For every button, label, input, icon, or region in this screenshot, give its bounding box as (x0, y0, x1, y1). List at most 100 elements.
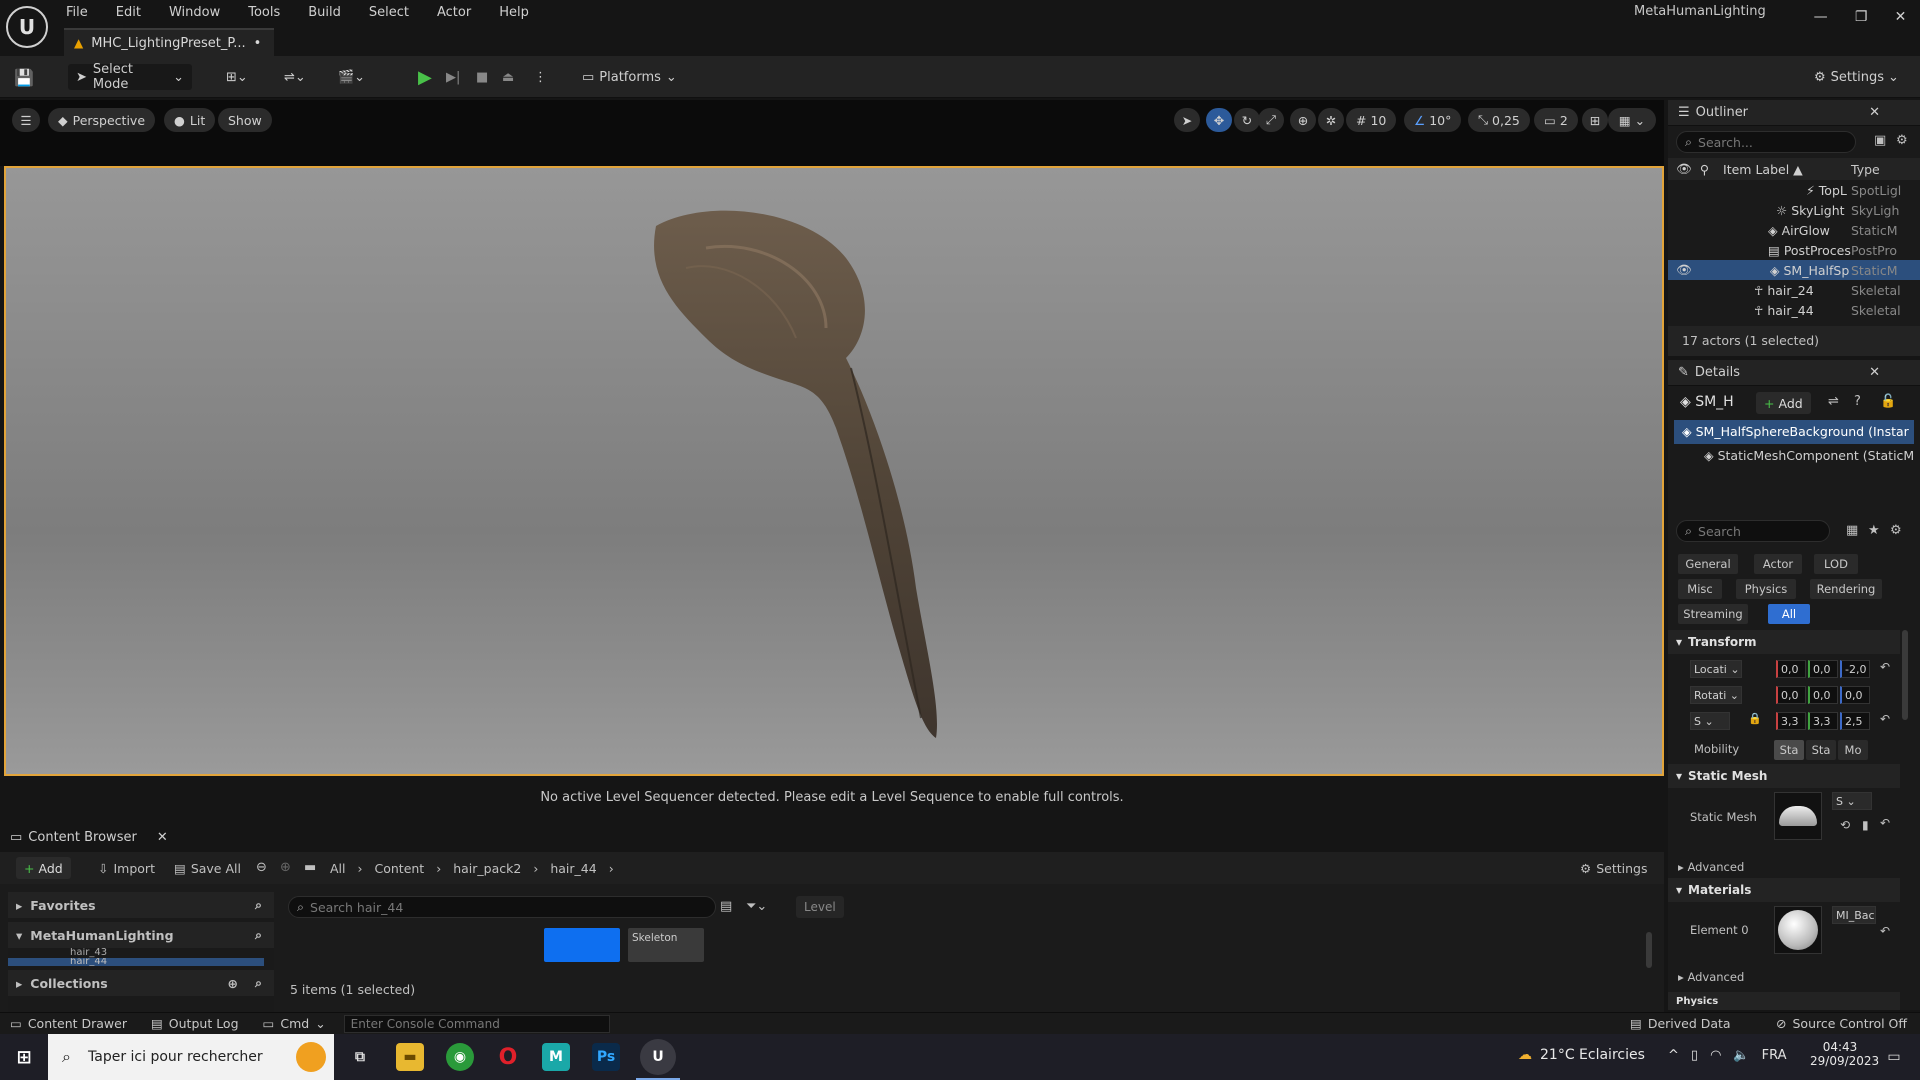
folder-item-selected[interactable]: hair_44 (8, 958, 264, 966)
static-mesh-section[interactable]: ▾ Static Mesh (1668, 764, 1900, 788)
add-button[interactable]: + Add (16, 857, 71, 879)
lock-icon[interactable]: 🔓 (1880, 394, 1896, 409)
filter-actor[interactable]: Actor (1754, 554, 1802, 574)
close-icon[interactable]: ✕ (1869, 365, 1880, 380)
layout-icon[interactable]: ▦ ⌄ (1608, 108, 1656, 132)
filter-misc[interactable]: Misc (1678, 579, 1722, 599)
menu-actor[interactable]: Actor (437, 5, 471, 20)
platforms-dropdown[interactable]: ▭ Platforms ⌄ (582, 64, 677, 90)
reset-icon[interactable]: ↶ (1880, 712, 1890, 726)
rotate-tool-icon[interactable]: ↻ (1234, 108, 1260, 132)
unreal-taskbar-icon[interactable]: U (640, 1039, 676, 1075)
table-view-icon[interactable]: ▦ (1846, 523, 1858, 538)
scale-dropdown[interactable]: S ⌄ (1690, 712, 1730, 730)
network-icon[interactable]: ◠ (1710, 1048, 1721, 1063)
lit-button[interactable]: ● Lit (164, 108, 216, 132)
content-browser-tab[interactable]: ▭ Content Browser ✕ (0, 822, 1664, 852)
mobility-static[interactable]: Sta (1774, 740, 1804, 760)
output-log-button[interactable]: ▤ Output Log (151, 1016, 239, 1031)
mobility-movable[interactable]: Mo (1838, 740, 1868, 760)
file-explorer-icon[interactable]: ▬ (396, 1043, 424, 1071)
reset-icon[interactable]: ↶ (1880, 816, 1890, 830)
derived-data-button[interactable]: ▤ Derived Data (1630, 1016, 1731, 1031)
filter-streaming[interactable]: Streaming (1678, 604, 1748, 624)
use-selected-icon[interactable]: ▮ (1862, 818, 1869, 832)
search-icon[interactable]: ⌕ (255, 975, 262, 991)
minimize-icon[interactable]: — (1814, 9, 1828, 25)
blueprint-icon[interactable]: ⇌ (1828, 394, 1839, 409)
add-actor-icon[interactable]: ⊞⌄ (226, 64, 248, 90)
save-all-button[interactable]: ▤ Save All (174, 861, 241, 876)
blueprint-icon[interactable]: ⇌⌄ (284, 64, 306, 90)
material-thumbnail[interactable] (1774, 906, 1822, 954)
close-icon[interactable]: ✕ (1869, 105, 1880, 120)
component-root[interactable]: ◈ SM_HalfSphereBackground (Instar (1674, 420, 1914, 444)
filter-lod[interactable]: LOD (1814, 554, 1858, 574)
chrome-icon[interactable]: ◉ (446, 1043, 474, 1071)
details-scrollbar[interactable] (1902, 630, 1908, 720)
location-x[interactable]: 0,0 (1776, 660, 1806, 678)
maya-icon[interactable]: M (542, 1043, 570, 1071)
move-tool-icon[interactable]: ✥ (1206, 108, 1232, 132)
save-search-icon[interactable]: ▤ (720, 899, 732, 914)
select-tool-icon[interactable]: ➤ (1174, 108, 1200, 132)
advanced-toggle[interactable]: ▸ Advanced (1678, 860, 1744, 874)
forward-icon[interactable]: ⊕ (280, 860, 291, 875)
lock-icon[interactable]: 🔒 (1748, 712, 1762, 725)
tray-chevron-icon[interactable]: ^ (1668, 1048, 1679, 1063)
asset-scrollbar[interactable] (1646, 932, 1652, 968)
grid-snap-button[interactable]: #10 (1346, 108, 1397, 132)
filter-all[interactable]: All (1768, 604, 1810, 624)
transform-section[interactable]: ▾ Transform (1668, 630, 1900, 654)
details-search-input[interactable]: ⌕ Search (1676, 520, 1830, 542)
taskbar-search-input[interactable]: ⌕ Taper ici pour rechercher (48, 1034, 334, 1080)
filter-physics[interactable]: Physics (1736, 579, 1796, 599)
perspective-button[interactable]: ◆ Perspective (48, 108, 156, 132)
restore-icon[interactable]: ❐ (1855, 9, 1868, 25)
outliner-row[interactable]: ☥ hair_24 Skeletal (1668, 280, 1920, 300)
rotation-x[interactable]: 0,0 (1776, 686, 1806, 704)
stop-icon[interactable]: ■ (476, 64, 488, 90)
level-document-tab[interactable]: ▲ MHC_LightingPreset_P... • (64, 28, 274, 56)
settings-button[interactable]: ⚙ Settings ⌄ (1814, 64, 1899, 90)
cmd-dropdown[interactable]: ▭ Cmd ⌄ (263, 1016, 326, 1031)
outliner-row[interactable]: ⚡ TopL SpotLigl (1668, 180, 1920, 200)
show-button[interactable]: Show (218, 108, 272, 132)
usb-icon[interactable]: ▯ (1691, 1048, 1698, 1063)
scale-y[interactable]: 3,3 (1808, 712, 1838, 730)
menu-build[interactable]: Build (308, 5, 341, 20)
menu-file[interactable]: File (66, 5, 88, 20)
content-drawer-button[interactable]: ▭ Content Drawer (10, 1016, 127, 1031)
favorites-header[interactable]: ▸ Favorites ⌕ (8, 892, 274, 918)
cb-settings-button[interactable]: ⚙ Settings (1580, 861, 1648, 876)
eject-icon[interactable]: ⏏ (502, 64, 514, 90)
opera-icon[interactable]: O (494, 1043, 522, 1071)
back-icon[interactable]: ⊖ (256, 860, 267, 875)
rotation-snap-button[interactable]: ∠ 10° (1404, 108, 1462, 132)
search-icon[interactable]: ⌕ (255, 927, 262, 943)
location-y[interactable]: 0,0 (1808, 660, 1838, 678)
filter-icon[interactable]: ⏷⌄ (746, 899, 767, 914)
scale-z[interactable]: 2,5 (1840, 712, 1870, 730)
breadcrumb-all[interactable]: All (330, 861, 346, 876)
folder-icon[interactable]: ▬ (304, 860, 316, 875)
windows-start-icon[interactable]: ⊞ (10, 1043, 38, 1071)
material-picker[interactable]: MI_Bac (1832, 906, 1876, 924)
menu-tools[interactable]: Tools (248, 5, 280, 20)
menu-select[interactable]: Select (369, 5, 409, 20)
scale-snap-button[interactable]: ⤡ 0,25 (1468, 108, 1530, 132)
component-child[interactable]: ◈ StaticMeshComponent (StaticM (1674, 444, 1914, 468)
menu-help[interactable]: Help (499, 5, 529, 20)
outliner-search-input[interactable]: ⌕ Search... (1676, 131, 1856, 153)
language-indicator[interactable]: FRA (1762, 1048, 1787, 1063)
materials-section[interactable]: ▾ Materials (1668, 878, 1900, 902)
volume-icon[interactable]: 🔈 (1733, 1048, 1749, 1063)
location-z[interactable]: -2,0 (1840, 660, 1870, 678)
advanced-toggle[interactable]: ▸ Advanced (1678, 970, 1744, 984)
play-icon[interactable]: ▶ (418, 64, 432, 90)
filter-rendering[interactable]: Rendering (1810, 579, 1882, 599)
project-header[interactable]: ▾ MetaHumanLighting ⌕ (8, 922, 274, 948)
breadcrumb-hair-pack2[interactable]: hair_pack2 (453, 861, 521, 876)
search-icon[interactable]: ⌕ (255, 897, 262, 913)
reset-icon[interactable]: ↶ (1880, 660, 1890, 674)
